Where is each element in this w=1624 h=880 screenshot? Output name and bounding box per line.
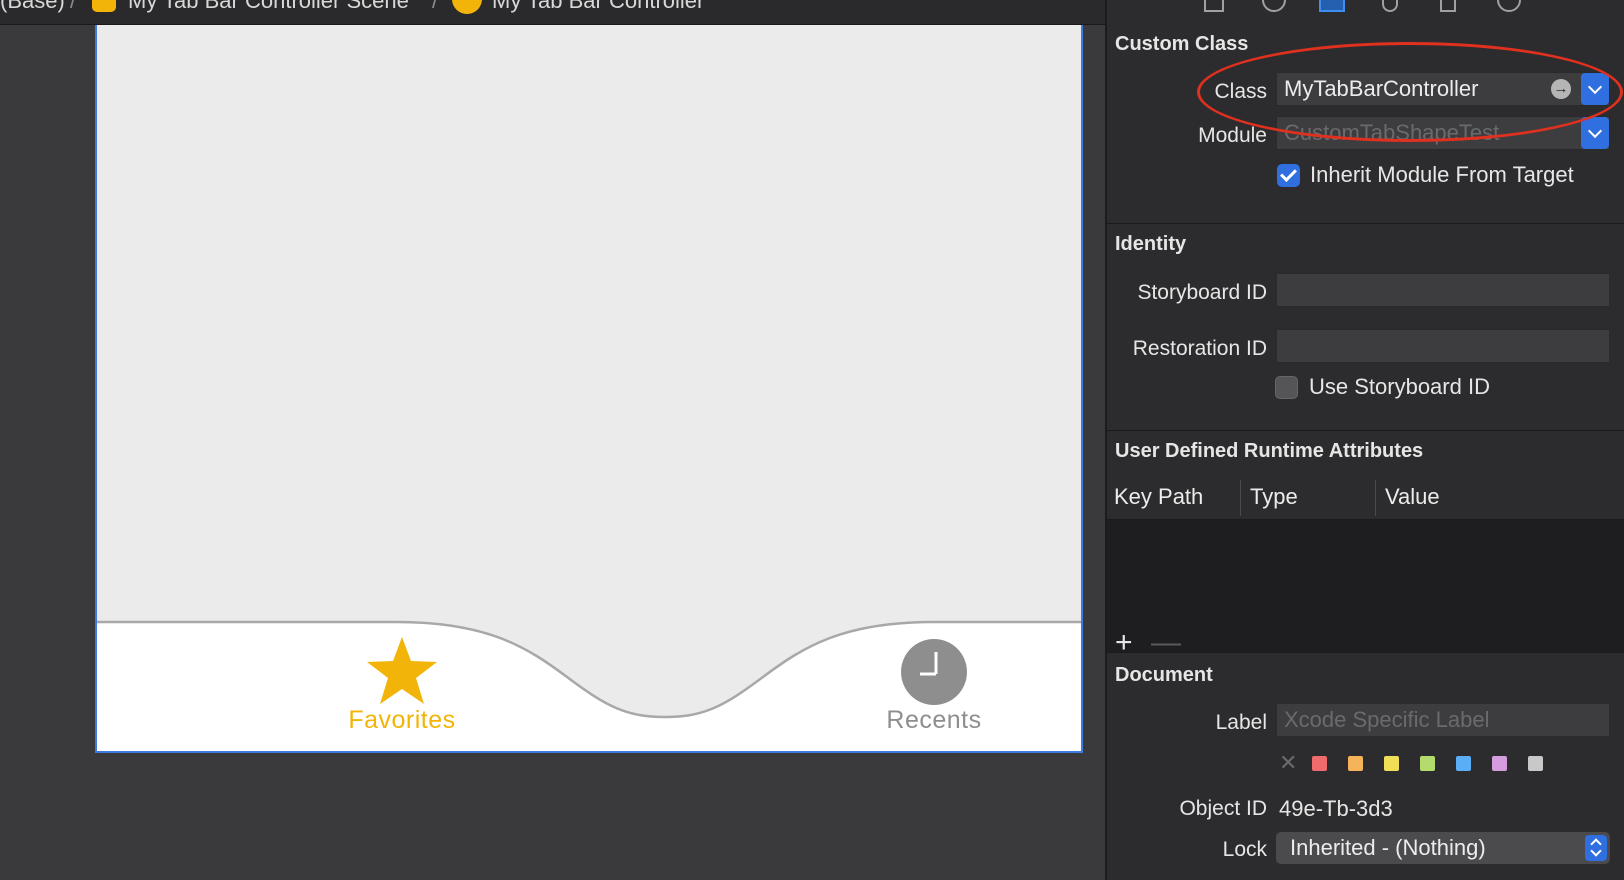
size-icon[interactable] [1440, 0, 1456, 12]
connections-icon[interactable] [1497, 0, 1521, 12]
inherit-module-label: Inherit Module From Target [1310, 162, 1574, 187]
tab-label: Favorites [348, 706, 456, 734]
label-color-blue[interactable] [1456, 756, 1471, 771]
class-label: Class [1214, 80, 1267, 103]
lock-label: Lock [1222, 838, 1267, 861]
help-icon[interactable] [1262, 0, 1286, 12]
module-dropdown-button[interactable] [1581, 117, 1609, 149]
use-storyboard-id-label: Use Storyboard ID [1309, 374, 1490, 399]
document-label-field[interactable]: Xcode Specific Label [1276, 703, 1610, 737]
breadcrumb-item-scene[interactable]: My Tab Bar Controller Scene [128, 0, 409, 14]
table-header: Key Path Type Value [1107, 476, 1624, 520]
runtime-attributes-table[interactable]: Key Path Type Value [1107, 476, 1624, 652]
scene-icon [92, 0, 116, 12]
document-label-label: Label [1215, 711, 1267, 734]
column-value[interactable]: Value [1385, 484, 1440, 510]
document-label-placeholder: Xcode Specific Label [1284, 707, 1490, 732]
class-field[interactable]: MyTabBarController → [1276, 72, 1610, 106]
star-icon [367, 637, 437, 704]
label-color-orange[interactable] [1348, 756, 1363, 771]
tab-favorites[interactable]: Favorites [277, 636, 527, 735]
tab-recents[interactable]: Recents [809, 638, 1059, 735]
storyboard-id-field[interactable] [1276, 273, 1610, 307]
custom-class-title: Custom Class [1115, 33, 1249, 55]
module-placeholder: CustomTabShapeTest [1284, 120, 1500, 145]
label-color-yellow[interactable] [1384, 756, 1399, 771]
clock-icon [901, 639, 967, 705]
breadcrumb: (Base) / My Tab Bar Controller Scene / M… [0, 0, 1105, 25]
label-color-purple[interactable] [1492, 756, 1507, 771]
column-separator [1240, 480, 1241, 516]
divider [1107, 430, 1624, 431]
remove-attribute-button[interactable]: — [1151, 626, 1181, 660]
breadcrumb-separator: / [432, 0, 439, 13]
breadcrumb-item-base[interactable]: (Base) [0, 0, 65, 14]
lock-value: Inherited - (Nothing) [1290, 835, 1486, 860]
lock-popup[interactable]: Inherited - (Nothing) [1276, 832, 1610, 864]
object-id-value: 49e-Tb-3d3 [1279, 796, 1393, 821]
inherit-module-checkbox[interactable] [1277, 164, 1300, 187]
module-field[interactable]: CustomTabShapeTest [1276, 116, 1610, 150]
add-attribute-button[interactable]: + [1115, 626, 1133, 660]
runtime-attributes-title: User Defined Runtime Attributes [1115, 440, 1424, 462]
column-separator [1375, 480, 1376, 516]
restoration-id-field[interactable] [1276, 329, 1610, 363]
tab-label: Recents [886, 706, 982, 734]
object-id-label: Object ID [1179, 797, 1267, 820]
chevron-updown-icon[interactable] [1585, 835, 1607, 861]
breadcrumb-item-controller[interactable]: My Tab Bar Controller [492, 0, 704, 14]
file-icon[interactable] [1204, 0, 1224, 12]
inspector-toolbar [1107, 0, 1624, 18]
controller-icon [452, 0, 482, 14]
column-type[interactable]: Type [1250, 484, 1298, 510]
class-dropdown-button[interactable] [1581, 73, 1609, 105]
identity-title: Identity [1115, 233, 1187, 255]
label-color-gray[interactable] [1528, 756, 1543, 771]
document-title: Document [1115, 664, 1213, 686]
label-color-red[interactable] [1312, 756, 1327, 771]
restoration-id-label: Restoration ID [1132, 337, 1267, 360]
divider [1107, 223, 1624, 224]
class-value: MyTabBarController [1284, 76, 1479, 101]
use-storyboard-id-checkbox[interactable] [1275, 376, 1298, 399]
identity-inspector: Custom Class Class MyTabBarController → … [1105, 0, 1624, 880]
clear-label-icon[interactable]: ✕ [1279, 750, 1297, 776]
storyboard-id-label: Storyboard ID [1137, 281, 1267, 304]
arrow-right-icon[interactable]: → [1551, 79, 1571, 99]
breadcrumb-separator: / [70, 0, 77, 13]
attributes-icon[interactable] [1382, 0, 1398, 12]
module-label: Module [1198, 124, 1267, 147]
storyboard-canvas[interactable]: Favorites Recents [95, 25, 1083, 753]
label-color-green[interactable] [1420, 756, 1435, 771]
column-key-path[interactable]: Key Path [1114, 484, 1203, 510]
identity-icon[interactable] [1319, 0, 1345, 12]
divider [1107, 652, 1624, 653]
